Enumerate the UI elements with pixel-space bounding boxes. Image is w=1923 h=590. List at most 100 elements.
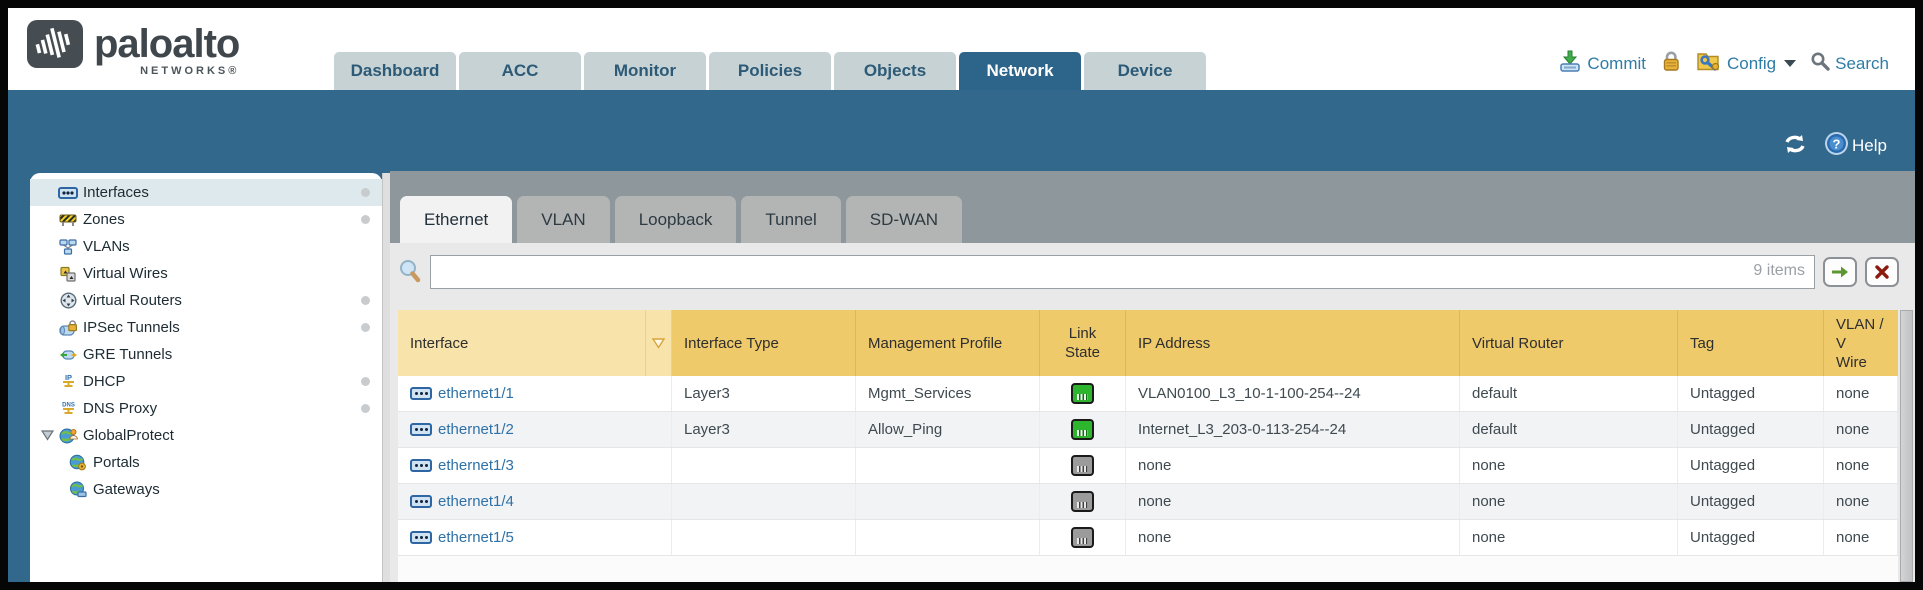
interface-link[interactable]: ethernet1/3 [438,457,514,474]
sidebar-item-gateways[interactable]: Gateways [30,476,382,503]
sidebar-item-dhcp[interactable]: IP DHCP [30,368,382,395]
virtual-wires-icon [58,266,78,282]
tab-dashboard[interactable]: Dashboard [334,52,456,90]
brand-subtext: NETWORKS® [140,65,239,77]
col-interface[interactable]: Interface [398,310,646,376]
interfaces-icon [58,186,78,200]
column-menu-button[interactable] [646,310,672,376]
link-state-icon [1071,419,1094,440]
lock-button[interactable] [1660,50,1682,77]
cell-management-profile [856,520,1040,555]
cell-link-state [1040,520,1126,555]
tab-network[interactable]: Network [959,52,1081,90]
interface-icon [410,531,432,544]
cell-management-profile [856,484,1040,519]
top-actions: Commit [1558,50,1889,77]
sidebar: Interfaces Zones [8,171,390,582]
sidebar-item-gre-tunnels[interactable]: GRE Tunnels [30,341,382,368]
expander-triangle-icon[interactable] [36,430,58,441]
cell-interface: ethernet1/4 [398,484,672,519]
sidebar-item-label: Virtual Wires [83,265,168,282]
help-button[interactable]: ? Help [1824,131,1887,161]
search-button[interactable]: Search [1810,51,1889,76]
sidebar-item-zones[interactable]: Zones [30,206,382,233]
col-management-profile[interactable]: Management Profile [856,310,1040,376]
gre-tunnels-icon [58,348,78,362]
tab-tunnel[interactable]: Tunnel [741,196,840,243]
table-row[interactable]: ethernet1/5 none none Untagged none [398,520,1898,556]
tab-device[interactable]: Device [1084,52,1206,90]
paloalto-logo-icon [26,18,84,75]
table-row[interactable]: ethernet1/3 none none Untagged none [398,448,1898,484]
interface-link[interactable]: ethernet1/5 [438,529,514,546]
sidebar-scrollbar[interactable] [382,173,390,582]
col-vlan-virtual-wire[interactable]: VLAN / V Wire [1824,310,1898,376]
table-row[interactable]: ethernet1/1 Layer3 Mgmt_Services VLAN010… [398,376,1898,412]
items-count: 9 items [1753,262,1805,280]
vlans-icon [58,239,78,255]
commit-icon [1558,50,1582,77]
cell-interface: ethernet1/1 [398,376,672,411]
content-area: Ethernet VLAN Loopback Tunnel SD-WAN 9 i [390,171,1915,582]
interface-link[interactable]: ethernet1/2 [438,421,514,438]
column-dropdown-icon [652,338,665,349]
status-dot [361,404,370,413]
sidebar-item-label: Portals [93,454,140,471]
interfaces-table: Interface Interface Type Management Prof… [398,310,1898,582]
table-partial-row [398,556,1898,582]
interface-link[interactable]: ethernet1/1 [438,385,514,402]
sidebar-item-label: Virtual Routers [83,292,182,309]
sidebar-item-label: VLANs [83,238,130,255]
search-label: Search [1835,54,1889,74]
sidebar-item-interfaces[interactable]: Interfaces [30,179,382,206]
tab-monitor[interactable]: Monitor [584,52,706,90]
col-tag[interactable]: Tag [1678,310,1824,376]
tab-loopback[interactable]: Loopback [615,196,737,243]
table-row[interactable]: ethernet1/2 Layer3 Allow_Ping Internet_L… [398,412,1898,448]
tab-objects[interactable]: Objects [834,52,956,90]
portals-icon [68,454,88,471]
col-ip-address[interactable]: IP Address [1126,310,1460,376]
tab-vlan[interactable]: VLAN [517,196,609,243]
lock-icon [1660,50,1682,77]
sidebar-item-globalprotect[interactable]: GlobalProtect [30,422,382,449]
cell-interface-type: Layer3 [672,376,856,411]
cell-vlan: none [1824,448,1898,483]
clear-filter-button[interactable] [1865,257,1899,287]
sidebar-item-vlans[interactable]: VLANs [30,233,382,260]
content-topbar: Ethernet VLAN Loopback Tunnel SD-WAN [390,171,1915,243]
apply-filter-button[interactable] [1823,257,1857,287]
cell-virtual-router: none [1460,484,1678,519]
col-interface-type[interactable]: Interface Type [672,310,856,376]
tab-sdwan[interactable]: SD-WAN [846,196,962,243]
cell-interface: ethernet1/5 [398,520,672,555]
sidebar-item-label: IPSec Tunnels [83,319,180,336]
commit-button[interactable]: Commit [1558,50,1646,77]
cell-management-profile [856,448,1040,483]
config-menu[interactable]: Config [1696,50,1796,77]
filter-input[interactable] [430,255,1815,289]
col-virtual-router[interactable]: Virtual Router [1460,310,1678,376]
tab-ethernet[interactable]: Ethernet [400,196,512,243]
sidebar-item-virtual-routers[interactable]: Virtual Routers [30,287,382,314]
sidebar-item-dns-proxy[interactable]: DNS DNS Proxy [30,395,382,422]
tab-acc[interactable]: ACC [459,52,581,90]
link-state-icon [1071,455,1094,476]
sidebar-item-portals[interactable]: Portals [30,449,382,476]
main-nav-tabs: Dashboard ACC Monitor Policies Objects N… [334,52,1206,90]
sidebar-panel: Interfaces Zones [30,173,382,582]
link-state-icon [1071,491,1094,512]
table-row[interactable]: ethernet1/4 none none Untagged none [398,484,1898,520]
interface-icon [410,495,432,508]
main-area: Interfaces Zones [8,171,1915,582]
col-link-state[interactable]: Link State [1040,310,1126,376]
tab-policies[interactable]: Policies [709,52,831,90]
app-window: paloalto NETWORKS® Dashboard ACC Monitor… [0,0,1923,590]
cell-link-state [1040,484,1126,519]
refresh-button[interactable] [1782,132,1808,161]
table-scrollbar[interactable] [1900,310,1913,582]
interface-link[interactable]: ethernet1/4 [438,493,514,510]
status-dot [361,188,370,197]
sidebar-item-ipsec-tunnels[interactable]: IPSec Tunnels [30,314,382,341]
sidebar-item-virtual-wires[interactable]: Virtual Wires [30,260,382,287]
